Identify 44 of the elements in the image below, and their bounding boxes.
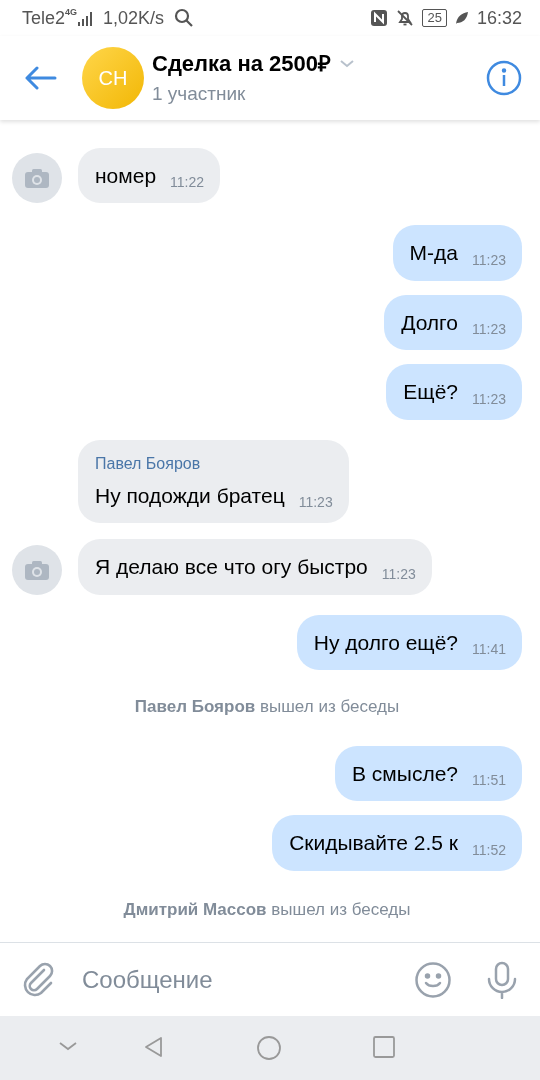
- message-text: Ну долго ещё?: [313, 629, 458, 656]
- home-circle-icon[interactable]: [256, 1035, 282, 1061]
- chevron-down-icon: [339, 58, 355, 69]
- chat-title: Сделка на 2500₽: [152, 50, 331, 79]
- smiley-icon[interactable]: [414, 960, 452, 999]
- message-text: Я делаю все что огу быстро: [95, 554, 368, 580]
- message-text: Скидывайте 2.5 к: [289, 830, 458, 856]
- info-icon[interactable]: [486, 60, 522, 96]
- message-text: Ну подожди братец: [95, 482, 285, 509]
- recent-apps-square-icon[interactable]: [372, 1035, 396, 1061]
- search-icon: [174, 8, 195, 28]
- message-time: 11:51: [472, 771, 506, 790]
- message-input[interactable]: Сообщение: [80, 960, 398, 999]
- message-time: 11:22: [170, 173, 205, 192]
- microphone-icon[interactable]: [486, 960, 518, 999]
- service-message: Павел Бояров вышел из беседы: [133, 696, 401, 718]
- network-speed: 1,02K/s: [103, 6, 165, 30]
- message-time: 11:23: [472, 250, 506, 270]
- message-time: 11:41: [472, 640, 506, 659]
- message-time: 11:52: [472, 840, 506, 860]
- network-type: 4G: [65, 8, 78, 17]
- nfc-icon: [370, 9, 389, 27]
- message-time: 11:23: [381, 564, 416, 584]
- message-text: Ещё?: [403, 379, 458, 405]
- muted-bell-icon: [396, 9, 415, 27]
- camera-icon: [24, 167, 50, 189]
- message-text: М-да: [409, 240, 458, 266]
- leaf-icon: [454, 11, 469, 25]
- service-message: Дмитрий Массов вышел из беседы: [122, 898, 412, 921]
- message-text: номер: [95, 162, 157, 189]
- message-time: 11:23: [298, 493, 333, 512]
- message-text: В смысле?: [352, 760, 458, 787]
- message-text: Долго: [401, 309, 458, 336]
- status-time: 16:32: [476, 6, 522, 30]
- camera-icon: [24, 558, 50, 581]
- carrier-name: Tele2: [22, 6, 66, 30]
- chat-avatar: СН: [82, 47, 144, 109]
- battery-level: 25: [422, 9, 447, 27]
- participant-count: 1 участник: [152, 82, 247, 107]
- back-arrow-icon[interactable]: [24, 66, 58, 90]
- message-time: 11:23: [472, 320, 506, 339]
- paperclip-icon[interactable]: [22, 961, 56, 998]
- sender-name: Павел Бояров: [95, 453, 202, 474]
- message-time: 11:23: [472, 389, 506, 409]
